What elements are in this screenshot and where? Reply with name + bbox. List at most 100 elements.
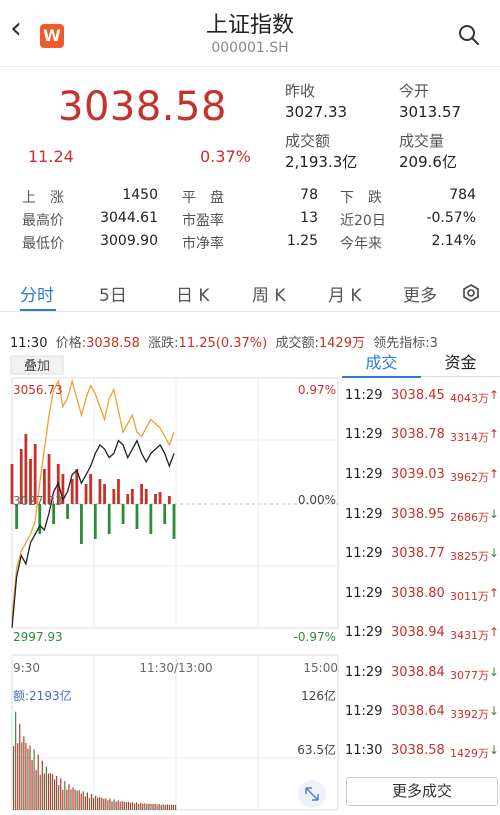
trade-row: 11:29 3038.80 3011万 ↑ [345, 586, 500, 606]
active-tab-indicator [20, 309, 56, 311]
trade-time: 11:29 [345, 546, 383, 561]
trade-row: 11:29 3038.64 3392万 ↓ [345, 704, 500, 724]
amount-bar [43, 773, 45, 810]
amount-bar [166, 804, 168, 810]
amount-bar [117, 800, 119, 810]
volume-bar [117, 479, 120, 504]
price-change-pct: 0.37% [200, 147, 251, 166]
trade-row: 11:29 3038.94 3431万 ↑ [345, 625, 500, 645]
price-change: 11.24 [28, 147, 74, 166]
amount-bar [51, 774, 54, 810]
volume-bar [38, 504, 42, 534]
amount-bar [21, 742, 23, 810]
trade-volume: 3314万 [450, 431, 489, 444]
amount-bar [99, 797, 101, 810]
arrow-up-icon: ↑ [489, 625, 500, 639]
amount-bar [82, 791, 84, 810]
volume-bar [93, 504, 97, 539]
tab-trades[interactable]: 成交 [342, 350, 421, 378]
amount-bar [170, 804, 173, 810]
tab-5day[interactable]: 5日 [99, 281, 127, 306]
settings-hex-icon[interactable] [461, 283, 481, 303]
trade-price: 3038.94 [391, 625, 445, 640]
tab-daily-k[interactable]: 日 K [176, 281, 210, 306]
arrow-up-icon: ↑ [489, 427, 500, 441]
amount-bar [17, 743, 19, 810]
y-mid-label: 3027.33 [13, 494, 63, 508]
vol-mid-label: 63.5亿 [297, 742, 336, 757]
amount-bar [97, 797, 99, 810]
info-time: 11:30 [10, 336, 48, 351]
page-title: 上证指数 [205, 13, 294, 38]
volume-bar [126, 494, 130, 504]
down-label: 下 跌 [340, 190, 382, 206]
low-value: 3009.90 [100, 233, 158, 249]
amount-bar [172, 804, 175, 810]
volume-bars [10, 434, 176, 544]
amount-bar [168, 804, 170, 810]
up-count: 1450 [122, 187, 158, 203]
amount-bar [138, 803, 140, 810]
amount-bar [33, 749, 35, 810]
amount-bar [15, 711, 17, 810]
intraday-chart[interactable]: 叠加 3056.73 3027.33 2997.93 0.97% 0.00% -… [10, 352, 340, 812]
volume-bar [89, 474, 93, 504]
up-label: 上 涨 [22, 190, 64, 206]
trade-row: 11:29 3038.95 2686万 ↓ [345, 507, 500, 527]
ytd-label: 今年来 [340, 236, 382, 252]
info-amount-label: 成交额: [275, 336, 319, 351]
tab-monthly-k[interactable]: 月 K [328, 281, 362, 306]
amount-bar [70, 789, 72, 810]
trade-time: 11:29 [345, 388, 383, 403]
info-lead-label: 领先指标:3 [373, 336, 438, 351]
search-icon[interactable] [458, 24, 480, 46]
amount-bar [148, 803, 150, 810]
volume-bar [167, 496, 171, 504]
amount-bar [125, 801, 127, 810]
volume-bar [84, 484, 88, 504]
amount-bar [41, 760, 43, 810]
tab-weekly-k[interactable]: 周 K [252, 281, 286, 306]
volume-value: 209.6亿 [399, 153, 457, 171]
amount-bar [31, 759, 33, 810]
trade-price: 3038.77 [391, 546, 445, 561]
volume-bar [130, 489, 134, 504]
amount-bar [37, 754, 39, 810]
amount-bar [13, 746, 15, 810]
info-change: 11.25(0.37%) [178, 336, 268, 351]
arrow-down-icon: ↓ [489, 743, 500, 757]
security-code: 000001.SH [211, 40, 289, 56]
amount-bar [54, 779, 56, 810]
time-start-label: 9:30 [13, 661, 40, 675]
volume-bar [163, 504, 167, 524]
info-change-label: 涨跌: [148, 336, 179, 351]
amount-bar [49, 773, 52, 810]
amount-bar [101, 797, 103, 810]
open-label: 今开 [399, 82, 430, 100]
overlay-label[interactable]: 叠加 [24, 359, 50, 374]
amount-bar [35, 770, 37, 810]
vol-high-label: 126亿 [301, 688, 336, 703]
amount-bar [90, 793, 93, 810]
trade-row: 11:29 3038.45 4043万 ↑ [345, 388, 500, 408]
tab-funds[interactable]: 资金 [421, 350, 500, 377]
amount-bar [160, 804, 162, 810]
volume-bar [135, 504, 139, 529]
ytd-value: 2.14% [431, 233, 476, 249]
trade-time: 11:29 [345, 427, 383, 442]
down-count: 784 [449, 187, 476, 203]
amount-bar [62, 789, 64, 810]
volume-bar [80, 504, 83, 544]
trade-price: 3038.58 [391, 743, 445, 758]
trade-time: 11:29 [345, 665, 383, 680]
tab-more[interactable]: 更多 [403, 281, 437, 306]
amount-bar [111, 801, 113, 810]
volume-bar [107, 504, 111, 534]
amount-bar [84, 796, 86, 810]
time-end-label: 15:00 [303, 661, 338, 675]
trade-volume: 3011万 [450, 590, 489, 603]
more-trades-button[interactable]: 更多成交 [346, 777, 498, 806]
tab-intraday[interactable]: 分时 [20, 281, 54, 306]
arrow-down-icon: ↓ [489, 546, 500, 560]
turnover-label: 成交额 [285, 132, 331, 150]
